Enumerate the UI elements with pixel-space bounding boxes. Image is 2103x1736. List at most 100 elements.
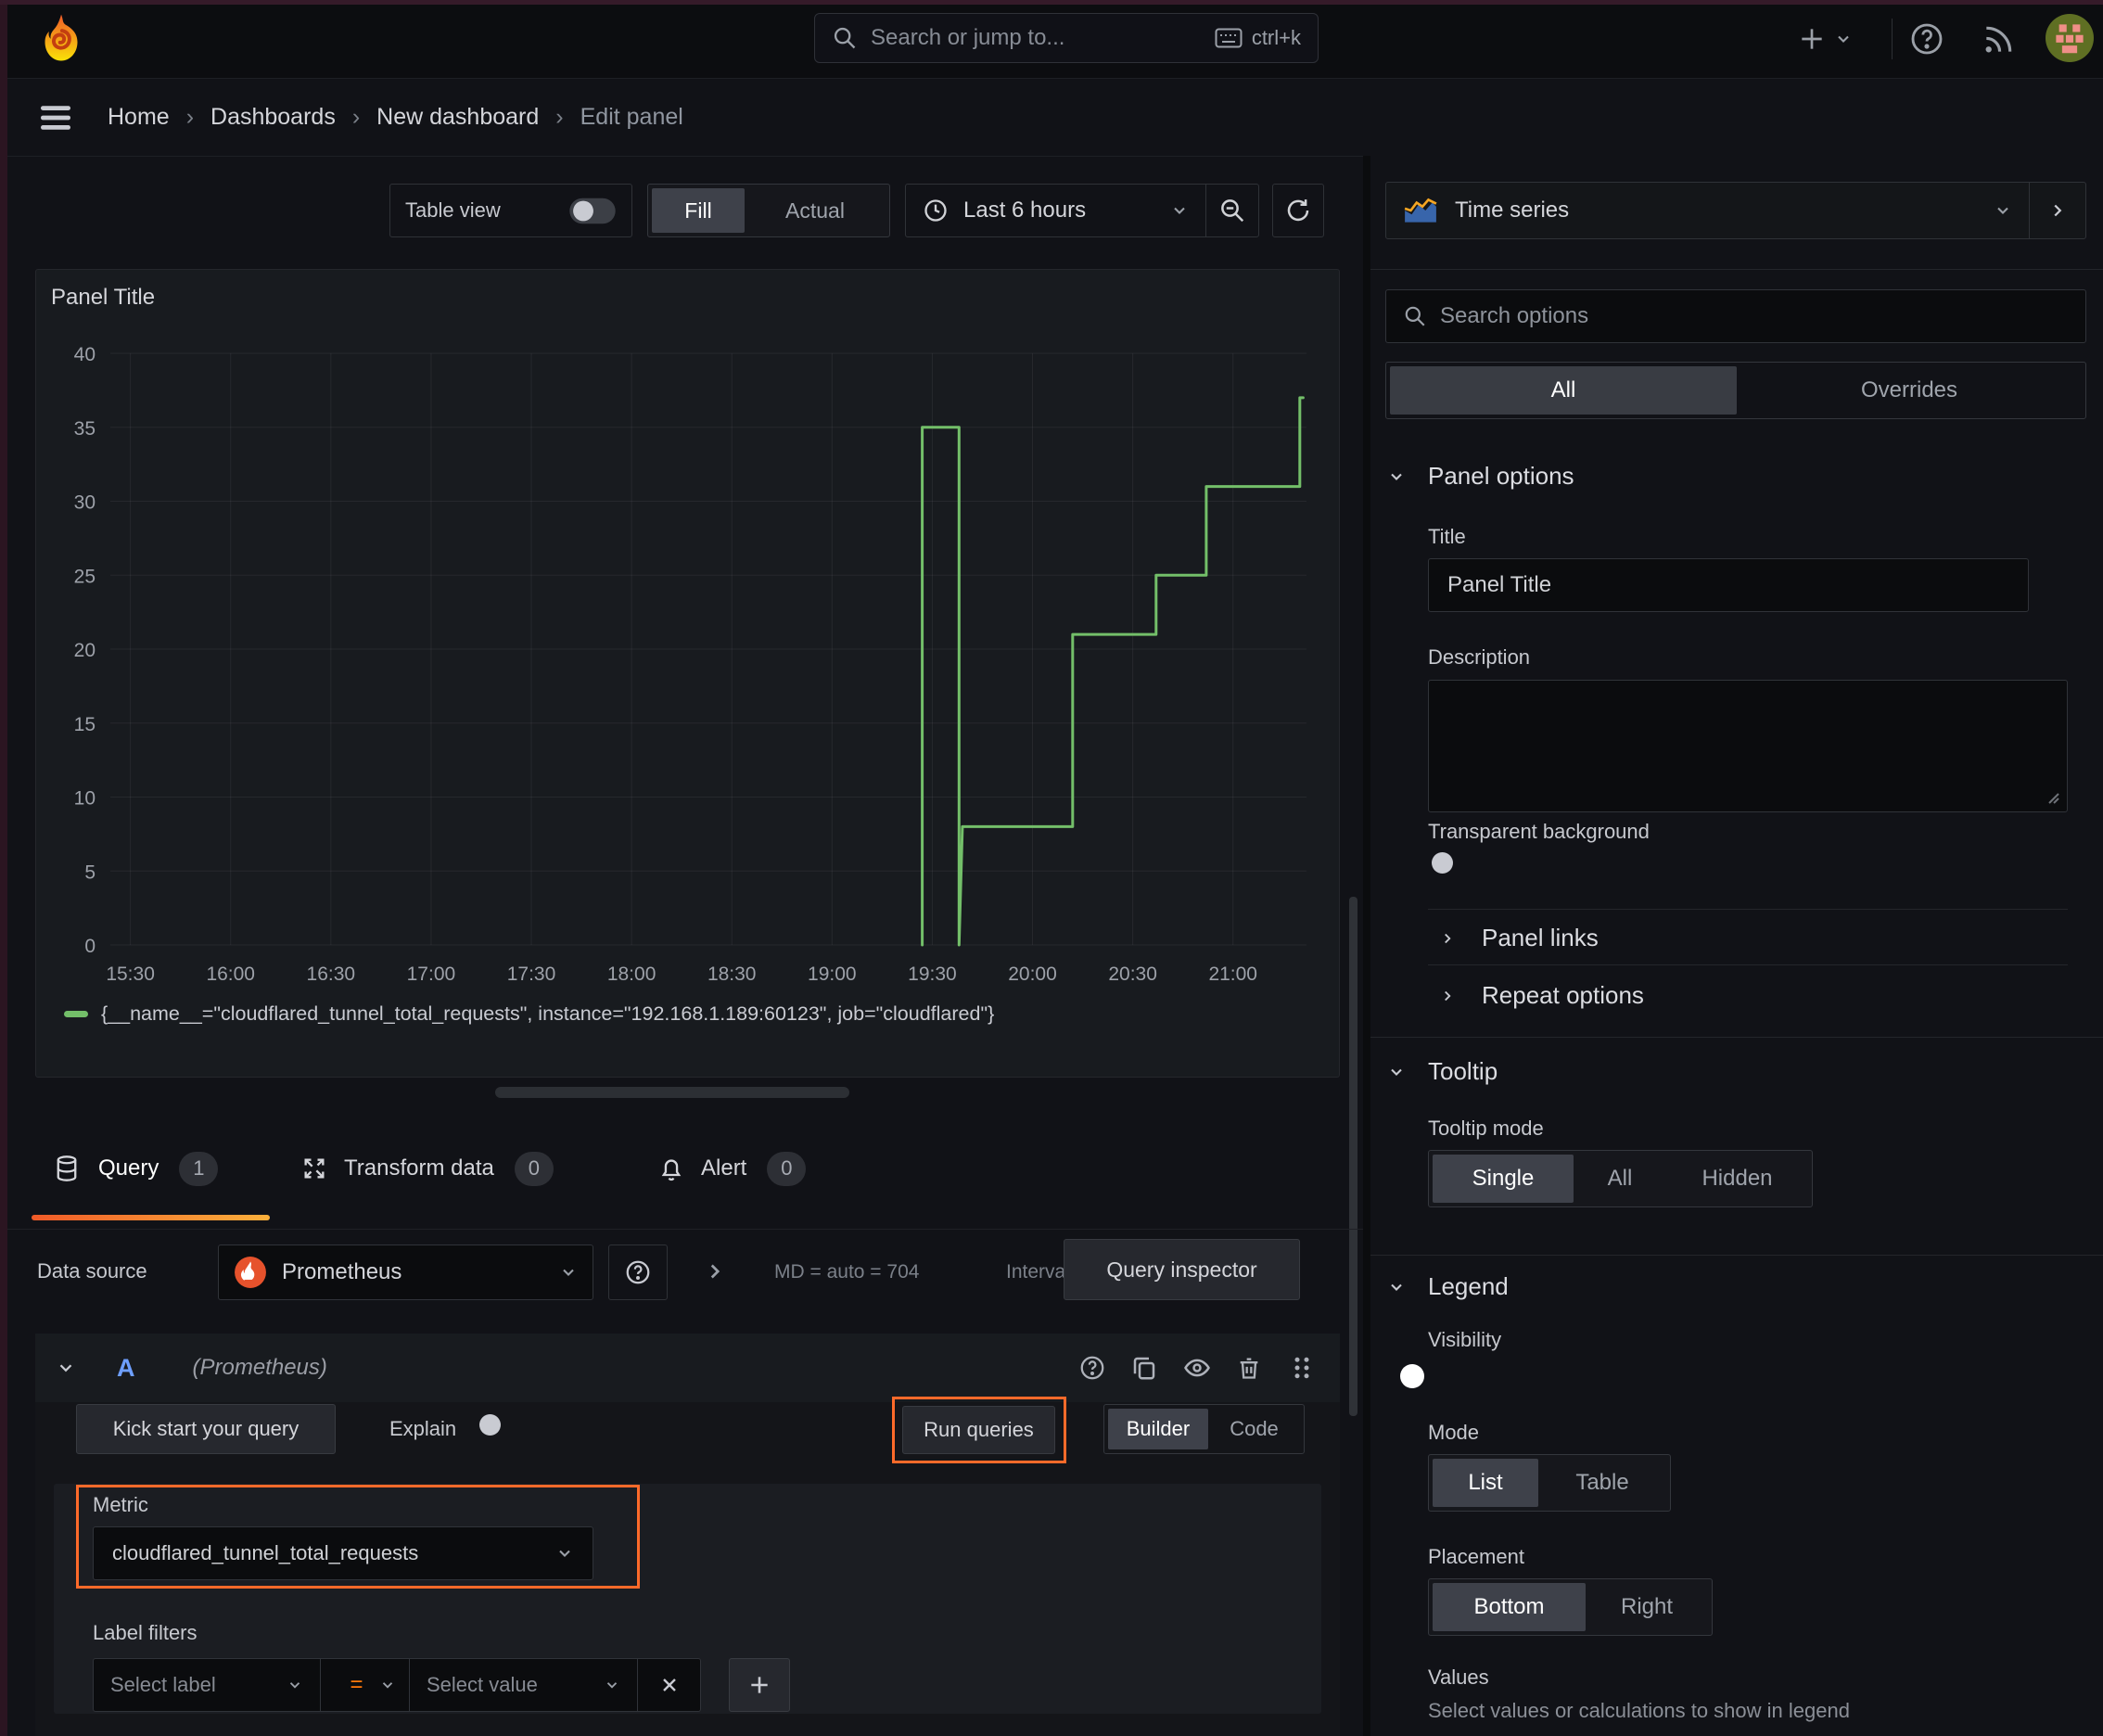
query-ref-id[interactable]: A: [117, 1354, 135, 1383]
refresh-button[interactable]: [1272, 184, 1324, 237]
chevron-down-icon: [1391, 1283, 1402, 1291]
delete-query-icon[interactable]: [1236, 1354, 1262, 1382]
svg-text:16:30: 16:30: [307, 964, 356, 985]
help-icon[interactable]: [1908, 20, 1945, 57]
panel-options-header[interactable]: Panel options: [1387, 462, 1574, 491]
header-divider: [1892, 19, 1893, 59]
viz-expand-button[interactable]: [2030, 183, 2085, 238]
label-filter-row: Select label = Select value: [93, 1658, 790, 1712]
time-series-chart[interactable]: 0 5 10 15 20 25 30 35 40 15:30 16:00 16:30 17:00 17:3…: [45, 342, 1325, 991]
query-row-header[interactable]: A (Prometheus): [35, 1334, 1340, 1402]
chart-legend[interactable]: {__name__="cloudflared_tunnel_total_requ…: [64, 1002, 994, 1026]
grafana-edit-panel-page: Search or jump to... ctrl+k Home › Dashb…: [0, 0, 2103, 1736]
tab-overrides[interactable]: Overrides: [1737, 366, 2082, 415]
grafana-logo-icon[interactable]: [35, 12, 87, 64]
viz-picker: Time series: [1385, 182, 2086, 239]
panel-title[interactable]: Panel Title: [51, 285, 155, 311]
select-value-placeholder: Select value: [427, 1673, 538, 1696]
svg-text:30: 30: [74, 492, 96, 514]
add-filter-button[interactable]: [729, 1658, 790, 1712]
repeat-options-header[interactable]: Repeat options: [1439, 981, 1644, 1010]
breadcrumb-dashboards[interactable]: Dashboards: [210, 104, 336, 131]
chevron-down-icon[interactable]: [56, 1358, 76, 1378]
time-range-picker[interactable]: Last 6 hours: [906, 185, 1205, 236]
svg-text:21:00: 21:00: [1208, 964, 1257, 985]
tooltip-single[interactable]: Single: [1433, 1155, 1574, 1203]
chevron-down-icon: [1391, 473, 1402, 480]
legend-values-label: Values: [1428, 1666, 1489, 1689]
tab-alert-count: 0: [767, 1151, 807, 1186]
transform-icon: [301, 1155, 327, 1181]
search-icon: [1403, 304, 1427, 328]
datasource-help-button[interactable]: [608, 1245, 668, 1300]
global-search-input[interactable]: Search or jump to... ctrl+k: [814, 13, 1319, 63]
search-options-placeholder: Search options: [1440, 303, 1589, 328]
breadcrumb-home[interactable]: Home: [108, 104, 170, 131]
tooltip-header[interactable]: Tooltip: [1387, 1057, 1498, 1086]
placement-bottom[interactable]: Bottom: [1433, 1583, 1586, 1631]
legend-mode-label: Mode: [1428, 1421, 1480, 1444]
legend-mode-table[interactable]: Table: [1538, 1459, 1666, 1507]
datasource-picker[interactable]: Prometheus: [218, 1245, 593, 1300]
fill-option[interactable]: Fill: [652, 188, 745, 233]
keyboard-icon: [1215, 28, 1243, 48]
breadcrumb-edit-panel: Edit panel: [580, 104, 683, 130]
select-label-placeholder: Select label: [110, 1673, 216, 1696]
panel-title-input[interactable]: [1428, 558, 2029, 612]
menu-hamburger-icon[interactable]: [37, 103, 74, 133]
user-avatar[interactable]: [2046, 14, 2094, 62]
legend-series-name[interactable]: {__name__="cloudflared_tunnel_total_requ…: [101, 1002, 994, 1026]
code-option[interactable]: Code: [1208, 1409, 1300, 1449]
chevron-down-icon: [289, 1682, 300, 1689]
legend-mode-list[interactable]: List: [1433, 1459, 1538, 1507]
builder-option[interactable]: Builder: [1108, 1409, 1208, 1449]
actual-option[interactable]: Actual: [745, 188, 886, 233]
run-queries-annotation: [892, 1397, 1066, 1463]
kick-start-button[interactable]: Kick start your query: [76, 1404, 336, 1454]
query-inspector-button[interactable]: Query inspector: [1064, 1239, 1300, 1300]
bell-icon: [658, 1155, 684, 1181]
svg-text:25: 25: [74, 566, 96, 587]
viz-picker-button[interactable]: Time series: [1386, 183, 2029, 238]
svg-text:20: 20: [74, 640, 96, 661]
drag-handle-icon[interactable]: [1290, 1354, 1314, 1382]
tab-transform-count: 0: [514, 1151, 554, 1186]
breadcrumb-new-dashboard[interactable]: New dashboard: [376, 104, 539, 131]
tab-transform[interactable]: Transform data 0: [301, 1141, 554, 1196]
select-value-dropdown[interactable]: Select value: [410, 1658, 638, 1712]
description-textarea[interactable]: [1428, 680, 2068, 812]
tab-alert[interactable]: Alert 0: [658, 1141, 807, 1196]
tooltip-all[interactable]: All: [1574, 1155, 1666, 1203]
table-view-label: Table view: [405, 198, 501, 222]
legend-swatch: [64, 1011, 88, 1017]
prometheus-icon: [234, 1256, 267, 1289]
legend-values-hint: Select values or calculations to show in…: [1428, 1699, 1850, 1722]
tooltip-hidden[interactable]: Hidden: [1666, 1155, 1808, 1203]
zoom-out-button[interactable]: [1206, 185, 1258, 236]
hide-query-icon[interactable]: [1182, 1354, 1212, 1382]
duplicate-query-icon[interactable]: [1130, 1354, 1158, 1382]
tab-all[interactable]: All: [1390, 366, 1737, 415]
remove-filter-button[interactable]: [638, 1658, 701, 1712]
tab-query[interactable]: Query 1: [54, 1141, 219, 1196]
svg-text:5: 5: [84, 862, 96, 883]
news-rss-icon[interactable]: [1981, 22, 2016, 57]
legend-header[interactable]: Legend: [1387, 1272, 1509, 1301]
query-options-expander[interactable]: [703, 1259, 727, 1283]
table-view-toggle[interactable]: [569, 198, 616, 223]
query-help-icon[interactable]: [1078, 1354, 1106, 1382]
select-label-dropdown[interactable]: Select label: [93, 1658, 321, 1712]
options-pane-divider[interactable]: [1363, 156, 1370, 1736]
create-new-button[interactable]: [1797, 20, 1853, 57]
viz-name: Time series: [1455, 198, 1570, 223]
placement-right[interactable]: Right: [1586, 1583, 1708, 1631]
panel-resize-handle[interactable]: [495, 1087, 849, 1098]
operator-dropdown[interactable]: =: [321, 1658, 410, 1712]
panel-links-header[interactable]: Panel links: [1439, 924, 1599, 952]
resize-corner-icon[interactable]: [2046, 791, 2061, 806]
search-options-field[interactable]: Search options: [1385, 289, 2086, 343]
chevron-down-icon: [1838, 35, 1849, 43]
chevron-right-icon: [1445, 933, 1451, 943]
chevron-down-icon: [1997, 207, 2008, 214]
datasource-name: Prometheus: [282, 1259, 402, 1284]
